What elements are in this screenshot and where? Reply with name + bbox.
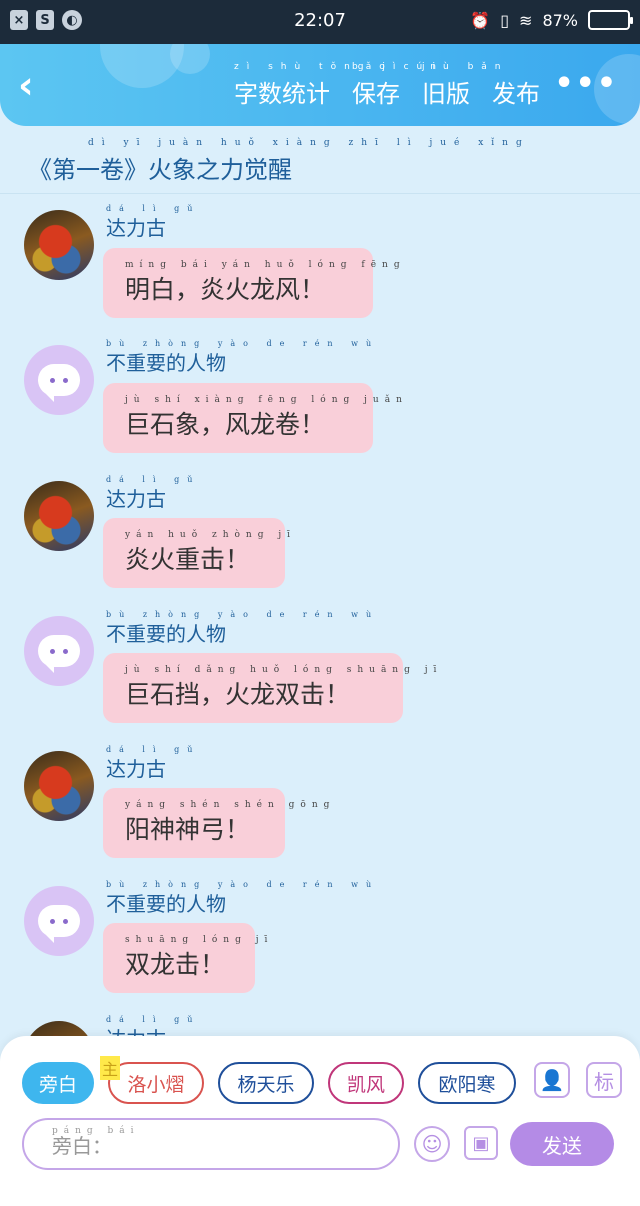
sender-name: dá lì gǔ 达力古 (106, 745, 192, 782)
avatar[interactable] (24, 481, 94, 551)
sender-name: bù zhòng yào de rén wù 不重要的人物 (106, 610, 371, 647)
old-version-pinyin: jiù bǎn (422, 62, 509, 72)
sender-name: bù zhòng yào de rén wù 不重要的人物 (106, 880, 371, 917)
character-chip-luo-xiaoyi[interactable]: 主 洛小熠 (100, 1056, 204, 1104)
status-bar: × S ◐ 22:07 ⏰ ▯ ≋ 87% (0, 0, 640, 44)
message-bubble[interactable]: jù shí dǎng huǒ lóng shuāng jī 巨石挡，火龙双击！ (103, 653, 436, 723)
sender-name: dá lì gǔ 达力古 (106, 204, 192, 241)
input-pinyin: páng bái (52, 1126, 140, 1136)
wifi-icon: ≋ (519, 10, 533, 30)
message-pinyin: jù shí xiàng fēng lóng juǎn (125, 395, 408, 405)
avatar[interactable] (24, 345, 94, 415)
sender-label: 达力古 (106, 487, 166, 511)
avatar[interactable] (24, 210, 94, 280)
sender-pinyin: dá lì gǔ (106, 745, 201, 754)
old-version-label: 旧版 (422, 80, 470, 108)
sender-pinyin: dá lì gǔ (106, 475, 201, 484)
character-chip-yang-tianle[interactable]: 杨天乐 (218, 1062, 314, 1104)
character-chip-narrator[interactable]: 旁白 (22, 1062, 94, 1104)
alarm-icon: ⏰ (470, 10, 491, 30)
avatar[interactable] (24, 616, 94, 686)
mark-button[interactable]: 标 (586, 1062, 622, 1098)
message-pinyin: míng bái yán huǒ lóng fēng (125, 260, 406, 270)
emoji-icon[interactable]: ☺ (414, 1126, 450, 1162)
message-bubble[interactable]: shuāng lóng jī 双龙击！ (103, 923, 267, 993)
message-text: 明白，炎火龙风！ (125, 275, 326, 304)
back-icon[interactable]: ‹ (18, 66, 34, 104)
top-header: ‹ zì shù tǒng jì 字数统计 bǎo cún 保存 jiù bǎn… (0, 44, 640, 126)
message-text: 炎火重击！ (125, 545, 251, 574)
sender-pinyin: bù zhòng yào de rén wù (106, 610, 380, 619)
avatar[interactable] (24, 886, 94, 956)
cloud-avatar-icon (38, 905, 80, 943)
character-chip-kai-feng[interactable]: 凯风 (328, 1062, 404, 1104)
cloud-avatar-icon (38, 635, 80, 673)
sender-label: 不重要的人物 (106, 892, 226, 916)
sender-pinyin: dá lì gǔ (106, 1015, 201, 1024)
battery-percent: 87% (542, 10, 578, 30)
image-icon[interactable]: ▣ (464, 1126, 498, 1160)
message-bubble[interactable]: jù shí xiàng fēng lóng juǎn 巨石象，风龙卷！ (103, 383, 402, 453)
sender-label: 达力古 (106, 216, 166, 240)
message-text: 阳神神弓！ (125, 815, 251, 844)
publish-button[interactable]: 发布 (492, 74, 540, 109)
message-bubble[interactable]: yáng shén shén gōng 阳神神弓！ (103, 788, 329, 858)
character-chips: 旁白 主 洛小熠 杨天乐 凯风 欧阳寒 (22, 1056, 516, 1104)
message-text: 巨石挡，火龙双击！ (125, 680, 351, 709)
chapter-title[interactable]: dì yī juàn huǒ xiàng zhī lì jué xǐng 《第一… (28, 138, 522, 185)
message-pinyin: jù shí dǎng huǒ lóng shuāng jī (125, 665, 443, 675)
sender-name: dá lì gǔ 达力古 (106, 475, 192, 512)
sender-pinyin: dá lì gǔ (106, 204, 201, 213)
sender-label: 达力古 (106, 757, 166, 781)
send-button[interactable]: 发送 (510, 1122, 614, 1166)
sender-label: 不重要的人物 (106, 622, 226, 646)
more-icon[interactable]: ••• (554, 66, 618, 101)
message-pinyin: shuāng lóng jī (125, 935, 274, 945)
input-panel: 旁白 主 洛小熠 杨天乐 凯风 欧阳寒 👤 标 páng bái 旁白： ☺ ▣… (0, 1036, 640, 1206)
header-actions: zì shù tǒng jì 字数统计 bǎo cún 保存 jiù bǎn 旧… (234, 62, 540, 109)
chapter-title-text: 《第一卷》火象之力觉醒 (28, 156, 292, 184)
save-button[interactable]: bǎo cún 保存 (352, 62, 436, 109)
cloud-avatar-icon (38, 364, 80, 402)
chapter-pinyin: dì yī juàn huǒ xiàng zhī lì jué xǐng (88, 138, 530, 148)
message-pinyin: yán huǒ zhòng jī (125, 530, 297, 540)
divider (0, 193, 640, 194)
sender-pinyin: bù zhòng yào de rén wù (106, 880, 380, 889)
avatar[interactable] (24, 751, 94, 821)
publish-label: 发布 (492, 80, 540, 108)
vibrate-icon: ▯ (500, 10, 510, 30)
message-bubble[interactable]: yán huǒ zhòng jī 炎火重击！ (103, 518, 290, 588)
word-count-label: 字数统计 (234, 80, 330, 108)
message-pinyin: yáng shén shén gōng (125, 800, 336, 810)
chip-label: 洛小熠 (127, 1073, 185, 1096)
word-count-button[interactable]: zì shù tǒng jì 字数统计 (234, 62, 395, 109)
old-version-button[interactable]: jiù bǎn 旧版 (422, 62, 501, 109)
battery-icon (588, 10, 633, 30)
sender-label: 不重要的人物 (106, 351, 226, 375)
character-manage-icon[interactable]: 👤 (534, 1062, 570, 1098)
status-right: ⏰ ▯ ≋ 87% (470, 10, 633, 30)
protagonist-tag: 主 (100, 1056, 121, 1080)
message-input[interactable]: páng bái 旁白： (22, 1118, 400, 1170)
save-label: 保存 (352, 80, 400, 108)
message-text: 巨石象，风龙卷！ (125, 410, 326, 439)
sender-pinyin: bù zhòng yào de rén wù (106, 339, 380, 348)
message-bubble[interactable]: míng bái yán huǒ lóng fēng 明白，炎火龙风！ (103, 248, 400, 318)
character-chip-ouyang-han[interactable]: 欧阳寒 (418, 1062, 516, 1104)
sender-name: bù zhòng yào de rén wù 不重要的人物 (106, 339, 371, 376)
message-text: 双龙击！ (125, 950, 226, 979)
